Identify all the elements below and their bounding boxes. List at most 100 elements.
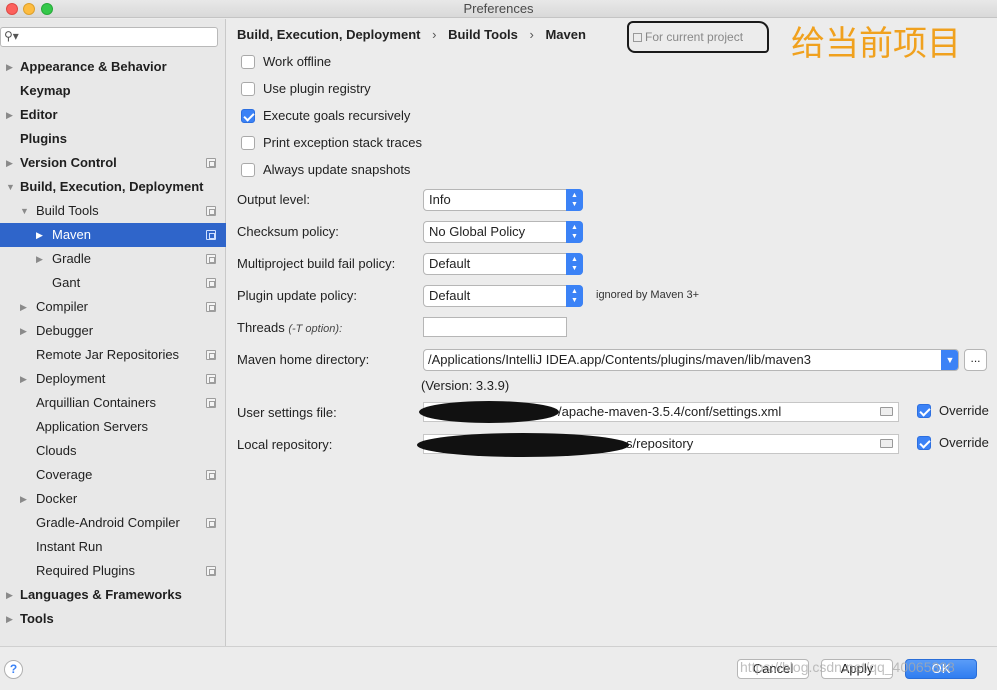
checksum-policy-value: No Global Policy [429, 224, 526, 239]
sidebar-item-label: Compiler [36, 299, 89, 314]
sidebar-item-arquillian-containers[interactable]: Arquillian Containers [0, 391, 226, 415]
settings-search-input[interactable]: ⚲▾ [0, 27, 218, 47]
help-button[interactable]: ? [4, 660, 23, 679]
collapsed-arrow-icon[interactable]: ▶ [20, 487, 27, 511]
sidebar-item-required-plugins[interactable]: Required Plugins [0, 559, 226, 583]
maven-version-text: (Version: 3.3.9) [421, 378, 510, 393]
user-settings-override[interactable]: Override [917, 403, 989, 418]
threads-input[interactable] [423, 317, 567, 337]
sidebar-item-label: Arquillian Containers [36, 395, 156, 410]
sidebar-item-label: Version Control [20, 155, 117, 170]
sidebar-item-build-tools[interactable]: ▼ Build Tools [0, 199, 226, 223]
sidebar-item-languages-frameworks[interactable]: ▶ Languages & Frameworks [0, 583, 226, 607]
local-repository-value: s/repository [626, 436, 694, 451]
sidebar-item-coverage[interactable]: Coverage [0, 463, 226, 487]
collapsed-arrow-icon[interactable]: ▶ [6, 583, 13, 607]
redaction-mark [419, 401, 559, 423]
work-offline-checkbox[interactable] [241, 55, 255, 69]
plugin-update-policy-label: Plugin update policy: [237, 288, 357, 303]
sidebar-item-label: Clouds [36, 443, 77, 458]
maven-home-combobox[interactable]: /Applications/IntelliJ IDEA.app/Contents… [423, 349, 959, 371]
project-scope-icon [206, 230, 216, 240]
sidebar-item-label: Gradle-Android Compiler [36, 515, 180, 530]
multiproject-fail-policy-value: Default [429, 256, 471, 271]
collapsed-arrow-icon[interactable]: ▶ [36, 247, 43, 271]
sidebar-item-gradle-android-compiler[interactable]: Gradle-Android Compiler [0, 511, 226, 535]
user-settings-override-label: Override [939, 403, 989, 418]
user-settings-override-checkbox[interactable] [917, 404, 931, 418]
checksum-policy-select[interactable]: No Global Policy ▲ ▼ [423, 221, 583, 243]
print-exception-stack-traces-checkbox[interactable] [241, 136, 255, 150]
plugin-update-policy-select[interactable]: Default ▲ ▼ [423, 285, 583, 307]
for-current-project-label: For current project [645, 30, 744, 44]
sidebar-item-maven[interactable]: ▶ Maven [0, 223, 226, 247]
sidebar-item-plugins[interactable]: Plugins [0, 127, 226, 151]
project-scope-icon [206, 470, 216, 480]
chevron-down-icon[interactable]: ▼ [941, 350, 958, 370]
breadcrumb-separator: › [432, 27, 437, 42]
collapsed-arrow-icon[interactable]: ▶ [20, 367, 27, 391]
sidebar-item-clouds[interactable]: Clouds [0, 439, 226, 463]
sidebar-item-compiler[interactable]: ▶ Compiler [0, 295, 226, 319]
sidebar-item-version-control[interactable]: ▶ Version Control [0, 151, 226, 175]
multiproject-fail-policy-select[interactable]: Default ▲ ▼ [423, 253, 583, 275]
always-update-snapshots-option[interactable]: Always update snapshots [241, 160, 410, 180]
collapsed-arrow-icon[interactable]: ▶ [36, 223, 43, 247]
sidebar-item-build-execution-deployment[interactable]: ▼ Build, Execution, Deployment [0, 175, 226, 199]
window-title: Preferences [463, 1, 534, 16]
sidebar-item-label: Remote Jar Repositories [36, 347, 180, 362]
expanded-arrow-icon[interactable]: ▼ [20, 199, 29, 223]
for-current-project-badge: For current project [627, 21, 769, 53]
execute-goals-recursively-option[interactable]: Execute goals recursively [241, 106, 410, 126]
search-icon: ⚲▾ [4, 29, 19, 43]
sidebar-item-label: Gant [52, 275, 81, 290]
sidebar-item-label: Coverage [36, 467, 93, 482]
maven-home-browse-button[interactable]: ... [964, 349, 987, 371]
collapsed-arrow-icon[interactable]: ▶ [6, 151, 13, 175]
sidebar-item-editor[interactable]: ▶ Editor [0, 103, 226, 127]
zoom-window-button[interactable] [41, 3, 53, 15]
project-scope-icon [206, 302, 216, 312]
breadcrumb-separator: › [529, 27, 534, 42]
output-level-select[interactable]: Info ▲ ▼ [423, 189, 583, 211]
folder-icon[interactable] [880, 439, 893, 448]
settings-sidebar: ⚲▾ ▶ Appearance & Behavior Keymap ▶ Editor Pl… [0, 19, 226, 646]
local-repository-override[interactable]: Override [917, 435, 989, 450]
always-update-snapshots-checkbox[interactable] [241, 163, 255, 177]
work-offline-option[interactable]: Work offline [241, 52, 331, 72]
sidebar-item-remote-jar-repositories[interactable]: Remote Jar Repositories [0, 343, 226, 367]
sidebar-item-tools[interactable]: ▶ Tools [0, 607, 226, 631]
sidebar-item-deployment[interactable]: ▶ Deployment [0, 367, 226, 391]
sidebar-item-instant-run[interactable]: Instant Run [0, 535, 226, 559]
folder-icon[interactable] [880, 407, 893, 416]
local-repository-label: Local repository: [237, 437, 333, 452]
collapsed-arrow-icon[interactable]: ▶ [20, 319, 27, 343]
collapsed-arrow-icon[interactable]: ▶ [6, 103, 13, 127]
close-window-button[interactable] [6, 3, 18, 15]
sidebar-item-appearance-behavior[interactable]: ▶ Appearance & Behavior [0, 55, 226, 79]
use-plugin-registry-label: Use plugin registry [263, 81, 371, 96]
collapsed-arrow-icon[interactable]: ▶ [6, 55, 13, 79]
execute-goals-recursively-checkbox[interactable] [241, 109, 255, 123]
collapsed-arrow-icon[interactable]: ▶ [6, 607, 13, 631]
breadcrumb: Build, Execution, Deployment › Build Too… [237, 27, 594, 45]
sidebar-item-keymap[interactable]: Keymap [0, 79, 226, 103]
sidebar-item-application-servers[interactable]: Application Servers [0, 415, 226, 439]
handwritten-annotation: 给当前项目 [791, 25, 961, 63]
sidebar-item-gant[interactable]: Gant [0, 271, 226, 295]
expanded-arrow-icon[interactable]: ▼ [6, 175, 15, 199]
user-settings-value: /apache-maven-3.5.4/conf/settings.xml [558, 404, 782, 419]
use-plugin-registry-checkbox[interactable] [241, 82, 255, 96]
threads-label: Threads (-T option): [237, 320, 342, 335]
minimize-window-button[interactable] [23, 3, 35, 15]
sidebar-item-docker[interactable]: ▶ Docker [0, 487, 226, 511]
sidebar-item-debugger[interactable]: ▶ Debugger [0, 319, 226, 343]
collapsed-arrow-icon[interactable]: ▶ [20, 295, 27, 319]
local-repository-override-checkbox[interactable] [917, 436, 931, 450]
breadcrumb-maven: Maven [545, 27, 586, 42]
sidebar-item-gradle[interactable]: ▶ Gradle [0, 247, 226, 271]
use-plugin-registry-option[interactable]: Use plugin registry [241, 79, 371, 99]
sidebar-item-label: Keymap [20, 83, 71, 98]
print-exception-stack-traces-option[interactable]: Print exception stack traces [241, 133, 422, 153]
project-scope-icon [206, 566, 216, 576]
